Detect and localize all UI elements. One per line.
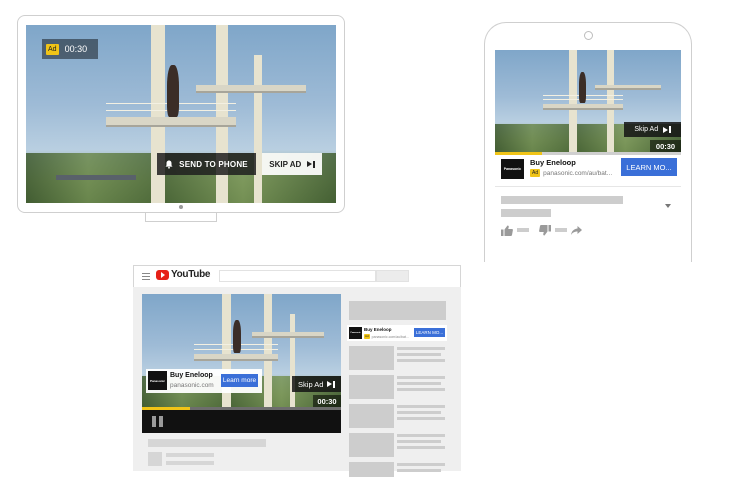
skip-ad-label: Skip Ad [298, 379, 324, 389]
ad-url-text: panasonic.com/au/bat... [543, 169, 613, 177]
ad-progress-fill [495, 152, 542, 155]
skip-next-icon [327, 380, 335, 388]
send-to-phone-button[interactable]: SEND TO PHONE [157, 153, 256, 175]
recommended-video-thumbnail[interactable] [349, 346, 394, 370]
recommended-video-text-placeholder [397, 359, 445, 362]
youtube-logo-icon[interactable] [156, 270, 169, 280]
recommended-video-text-placeholder [397, 382, 441, 385]
skip-ad-label: Skip Ad [634, 126, 659, 133]
recommended-video-text-placeholder [397, 434, 445, 437]
youtube-logo-text[interactable]: YouTube [171, 269, 211, 280]
skip-ad-button[interactable]: SKIP AD [262, 153, 322, 175]
recommended-video-thumbnail[interactable] [349, 433, 394, 457]
recommended-video-text-placeholder [397, 347, 445, 350]
ad-timer: 00:30 [313, 395, 341, 407]
bell-icon [165, 160, 173, 169]
recommended-video-thumbnail[interactable] [349, 404, 394, 428]
sidebar-banner-placeholder [349, 301, 446, 320]
sidebar-ad-title: Buy Eneloop [364, 327, 392, 332]
video-title-placeholder [148, 439, 266, 447]
video-actions [501, 224, 582, 236]
hamburger-menu-icon[interactable] [142, 273, 150, 280]
tv-stand [145, 213, 217, 222]
channel-name-placeholder [166, 453, 214, 457]
learn-more-button[interactable]: LEARN MO... [621, 158, 677, 176]
skip-ad-button[interactable]: Skip Ad [624, 122, 681, 137]
recommended-video-thumbnail[interactable] [349, 462, 394, 477]
skip-next-icon [663, 126, 671, 133]
recommended-video-text-placeholder [397, 353, 441, 356]
ad-url: panasonic.com [170, 382, 214, 389]
recommended-video-text-placeholder [397, 417, 445, 420]
pause-icon[interactable] [152, 416, 163, 427]
recommended-video-text-placeholder [397, 469, 441, 472]
recommended-video-text-placeholder [397, 463, 445, 466]
recommended-video-thumbnail[interactable] [349, 375, 394, 399]
ad-badge: Ad [46, 43, 59, 55]
sidebar-ad-url: Ad panasonic.com/au/bat... [364, 334, 409, 339]
ad-title: Buy Eneloop [530, 158, 576, 167]
video-title-placeholder [501, 209, 551, 217]
chevron-down-icon[interactable] [665, 204, 671, 208]
share-icon[interactable] [571, 225, 582, 235]
ad-timer: 00:30 [64, 44, 88, 54]
recommended-video-text-placeholder [397, 411, 441, 414]
ad-badge: Ad [364, 334, 370, 339]
divider [495, 186, 681, 187]
ad-progress-bar[interactable] [495, 152, 681, 155]
skip-ad-button[interactable]: Skip Ad [292, 376, 341, 392]
recommended-video-text-placeholder [397, 405, 445, 408]
dislike-count-placeholder [555, 228, 567, 232]
ad-badge: Ad [530, 169, 541, 177]
ad-url: Ad panasonic.com/au/bat... [530, 169, 616, 177]
channel-avatar-placeholder [148, 452, 162, 466]
skip-ad-label: SKIP AD [269, 159, 302, 169]
recommended-video-text-placeholder [397, 440, 441, 443]
video-title-placeholder [501, 196, 623, 204]
panasonic-logo: Panasonic [501, 159, 524, 179]
channel-subs-placeholder [166, 461, 214, 465]
recommended-video-text-placeholder [397, 446, 445, 449]
recommended-video-text-placeholder [397, 388, 445, 391]
panasonic-logo: Panasonic [148, 371, 167, 390]
learn-more-button[interactable]: Learn more [221, 374, 258, 387]
search-input[interactable] [219, 270, 376, 282]
phone-camera [584, 31, 593, 40]
ad-title: Buy Eneloop [170, 372, 213, 379]
tv-ad-timer-badge: Ad 00:30 [42, 39, 98, 59]
panasonic-logo: Panasonic [349, 327, 362, 339]
sidebar-learn-more-button[interactable]: LEARN MO... [414, 328, 445, 337]
phone-video-player[interactable] [495, 50, 681, 153]
thumbs-up-icon[interactable] [501, 225, 513, 236]
recommended-video-text-placeholder [397, 376, 445, 379]
tv-power-indicator [179, 205, 183, 209]
search-button[interactable] [376, 270, 409, 282]
ad-timer: 00:30 [650, 140, 681, 152]
player-controls [142, 410, 341, 433]
skip-next-icon [307, 160, 315, 168]
thumbs-down-icon[interactable] [539, 224, 551, 236]
send-to-phone-label: SEND TO PHONE [179, 159, 248, 169]
sidebar-ad-url-text: panasonic.com/au/bat... [371, 334, 409, 339]
like-count-placeholder [517, 228, 529, 232]
